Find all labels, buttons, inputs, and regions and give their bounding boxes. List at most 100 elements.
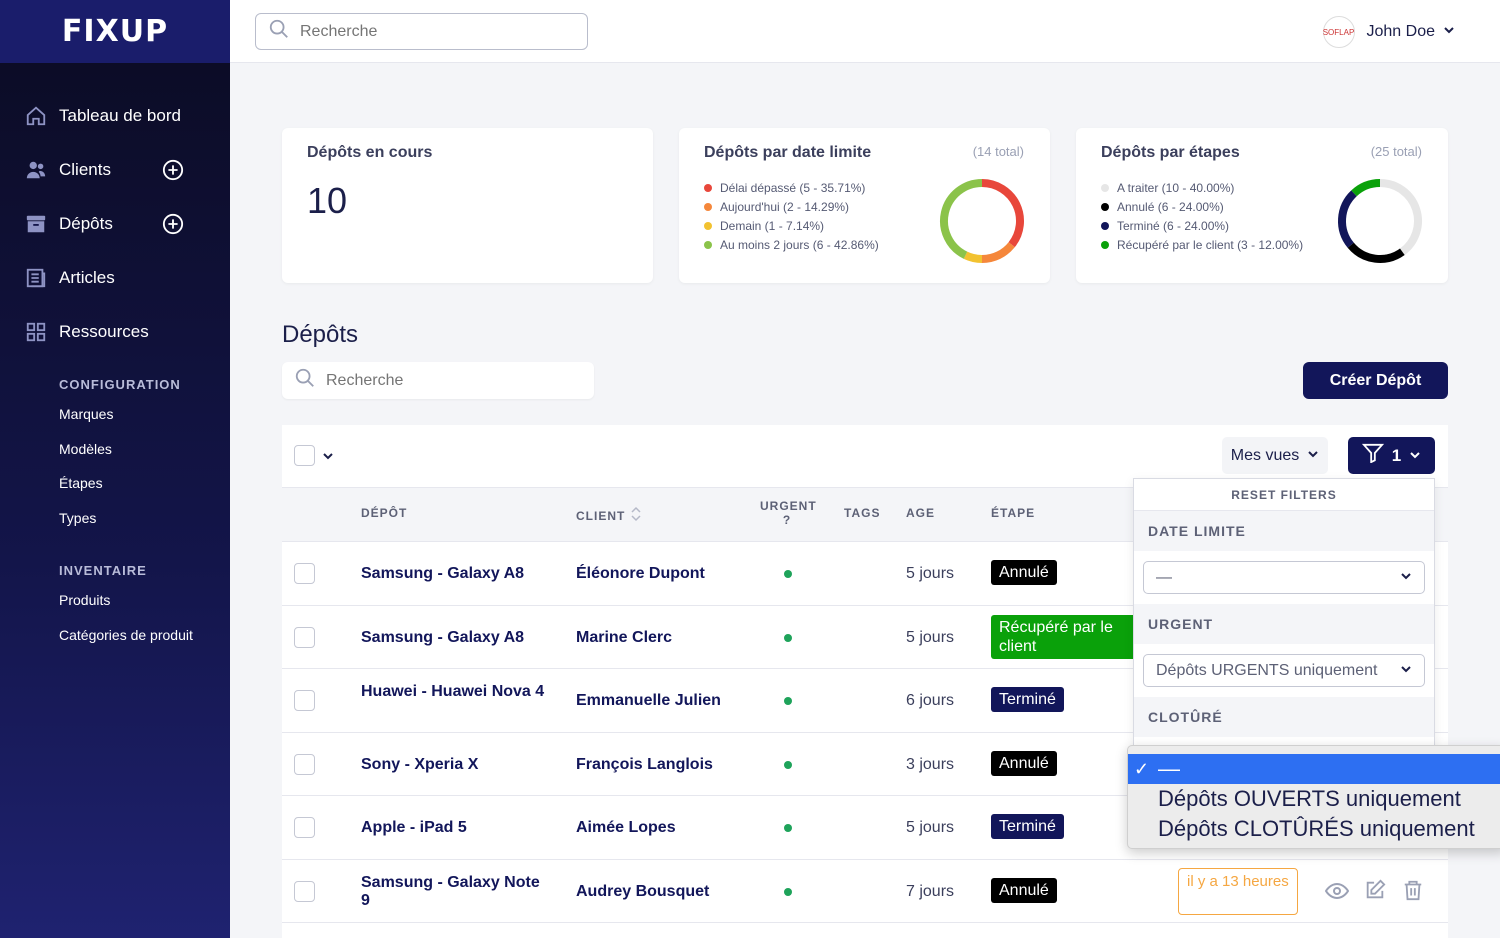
row-client[interactable]: Emmanuelle Julien (576, 692, 721, 710)
sidebar-item-modeles[interactable]: Modèles (0, 432, 230, 467)
users-icon (24, 158, 48, 182)
reset-filters-button[interactable]: RESET FILTERS (1134, 479, 1434, 511)
legend-label: Demain (1 - 7.14%) (720, 218, 825, 233)
sidebar-item-ressources[interactable]: Ressources (0, 305, 230, 359)
chevron-down-icon[interactable] (322, 449, 334, 467)
legend-item: Au moins 2 jours (6 - 42.86%) (704, 235, 879, 254)
home-icon (24, 104, 48, 128)
dropdown-option[interactable]: Dépôts CLOTÛRÉS uniquement (1128, 814, 1500, 844)
edit-icon[interactable] (1364, 879, 1386, 901)
select-all-checkbox[interactable] (294, 445, 315, 466)
legend-label: Au moins 2 jours (6 - 42.86%) (720, 237, 879, 252)
urgent-indicator (784, 697, 792, 705)
dropdown-option[interactable]: Dépôts OUVERTS uniquement (1128, 784, 1500, 814)
sidebar-item-articles[interactable]: Articles (0, 251, 230, 305)
create-depot-button[interactable]: Créer Dépôt (1303, 362, 1448, 399)
column-header-age[interactable]: AGE (906, 506, 935, 520)
filter-section-urgent: URGENT (1134, 604, 1434, 644)
row-client[interactable]: Marine Clerc (576, 629, 672, 647)
urgent-indicator (784, 633, 792, 642)
row-client[interactable]: Éléonore Dupont (576, 565, 705, 583)
search-input[interactable] (300, 22, 560, 41)
row-client[interactable]: Aimée Lopes (576, 819, 676, 837)
cloture-dropdown: ✓ — Dépôts OUVERTS uniquement Dépôts CLO… (1127, 745, 1500, 849)
sort-icon[interactable] (631, 506, 641, 525)
dropdown-option-selected[interactable]: ✓ — (1128, 754, 1500, 784)
row-device[interactable]: Huawei - Huawei Nova 4 (361, 683, 551, 701)
sidebar-item-types[interactable]: Types (0, 501, 230, 536)
legend-label: Délai dépassé (5 - 35.71%) (720, 180, 866, 195)
sidebar-item-produits[interactable]: Produits (0, 583, 230, 618)
legend-item: Délai dépassé (5 - 35.71%) (704, 178, 879, 197)
select-value: — (1156, 568, 1172, 586)
sidebar-item-marques[interactable]: Marques (0, 397, 230, 432)
add-client-icon[interactable] (162, 159, 184, 181)
donut-slice-2 (963, 251, 983, 263)
search-input[interactable] (326, 371, 586, 390)
eye-icon[interactable] (1324, 880, 1350, 902)
sidebar-item-label: Tableau de bord (59, 106, 181, 125)
table-row[interactable]: Samsung - Galaxy Note 9 Audrey Bousquet … (282, 860, 1448, 923)
filter-panel: RESET FILTERS DATE LIMITE — URGENT Dépôt… (1133, 478, 1435, 748)
app-logo[interactable]: FIXUP (0, 0, 230, 63)
sidebar-item-depots[interactable]: Dépôts (0, 197, 230, 251)
row-checkbox[interactable] (294, 880, 315, 902)
donut-slice-3 (1351, 179, 1381, 197)
user-menu[interactable]: SOFLAP John Doe (1322, 16, 1456, 48)
sidebar-item-categories[interactable]: Catégories de produit (0, 618, 230, 653)
donut-slice-2 (1338, 190, 1357, 248)
add-depot-icon[interactable] (162, 213, 184, 235)
donut-chart-date-limite (940, 179, 1024, 263)
deadline-badge: il y a 13 heures (1178, 867, 1298, 915)
global-search[interactable] (255, 13, 588, 50)
row-age: 3 jours (906, 755, 955, 773)
urgent-select[interactable]: Dépôts URGENTS uniquement (1143, 654, 1425, 687)
section-title-configuration: CONFIGURATION (59, 377, 181, 392)
filter-button[interactable]: 1 (1348, 437, 1435, 474)
card-title: Dépôts par étapes (1101, 144, 1240, 161)
views-button[interactable]: Mes vues (1222, 437, 1328, 474)
column-header-tags[interactable]: TAGS (844, 506, 880, 520)
sidebar-item-label: Ressources (59, 322, 149, 341)
option-label: — (1158, 756, 1180, 781)
legend-dot (1101, 183, 1109, 192)
card-value: 10 (307, 180, 348, 221)
card-total: (14 total) (972, 144, 1024, 159)
table-search[interactable] (282, 362, 594, 399)
donut-slice-3 (940, 179, 983, 259)
column-header-urgent[interactable]: URGENT ? (760, 499, 816, 527)
avatar-text: SOFLAP (1322, 27, 1355, 37)
row-age: 6 jours (906, 692, 955, 709)
legend-item: Terminé (6 - 24.00%) (1101, 216, 1303, 235)
column-label: CLIENT (576, 508, 626, 523)
row-device[interactable]: Apple - iPad 5 (361, 819, 551, 837)
avatar: SOFLAP (1322, 16, 1355, 48)
row-device[interactable]: Samsung - Galaxy Note 9 (361, 874, 551, 910)
column-header-depot[interactable]: DÉPÔT (361, 506, 407, 520)
row-checkbox[interactable] (294, 817, 315, 838)
list-icon (24, 266, 48, 290)
column-header-etape[interactable]: ÉTAPE (991, 506, 1035, 520)
column-header-client[interactable]: CLIENT (576, 506, 641, 525)
urgent-indicator (784, 887, 792, 896)
donut-chart-etapes (1338, 179, 1422, 263)
row-client[interactable]: François Langlois (576, 756, 713, 774)
row-device[interactable]: Samsung - Galaxy A8 (361, 565, 551, 583)
sidebar-item-etapes[interactable]: Étapes (0, 466, 230, 501)
row-checkbox[interactable] (294, 563, 315, 584)
row-checkbox[interactable] (294, 753, 315, 775)
sidebar-item-clients[interactable]: Clients (0, 143, 230, 197)
card-depots-date-limite: Dépôts par date limite (14 total) Délai … (679, 128, 1050, 283)
urgent-indicator (784, 570, 792, 578)
row-client[interactable]: Audrey Bousquet (576, 883, 709, 901)
date-limite-select[interactable]: — (1143, 561, 1425, 594)
row-checkbox[interactable] (294, 626, 315, 648)
sidebar-item-tableau-de-bord[interactable]: Tableau de bord (0, 89, 230, 143)
row-device[interactable]: Samsung - Galaxy A8 (361, 629, 551, 647)
legend-item: Annulé (6 - 24.00%) (1101, 197, 1303, 216)
trash-icon[interactable] (1402, 879, 1424, 901)
chevron-down-icon (1400, 569, 1412, 587)
row-checkbox[interactable] (294, 690, 315, 711)
row-device[interactable]: Sony - Xperia X (361, 756, 551, 774)
card-title: Dépôts par date limite (704, 144, 872, 161)
